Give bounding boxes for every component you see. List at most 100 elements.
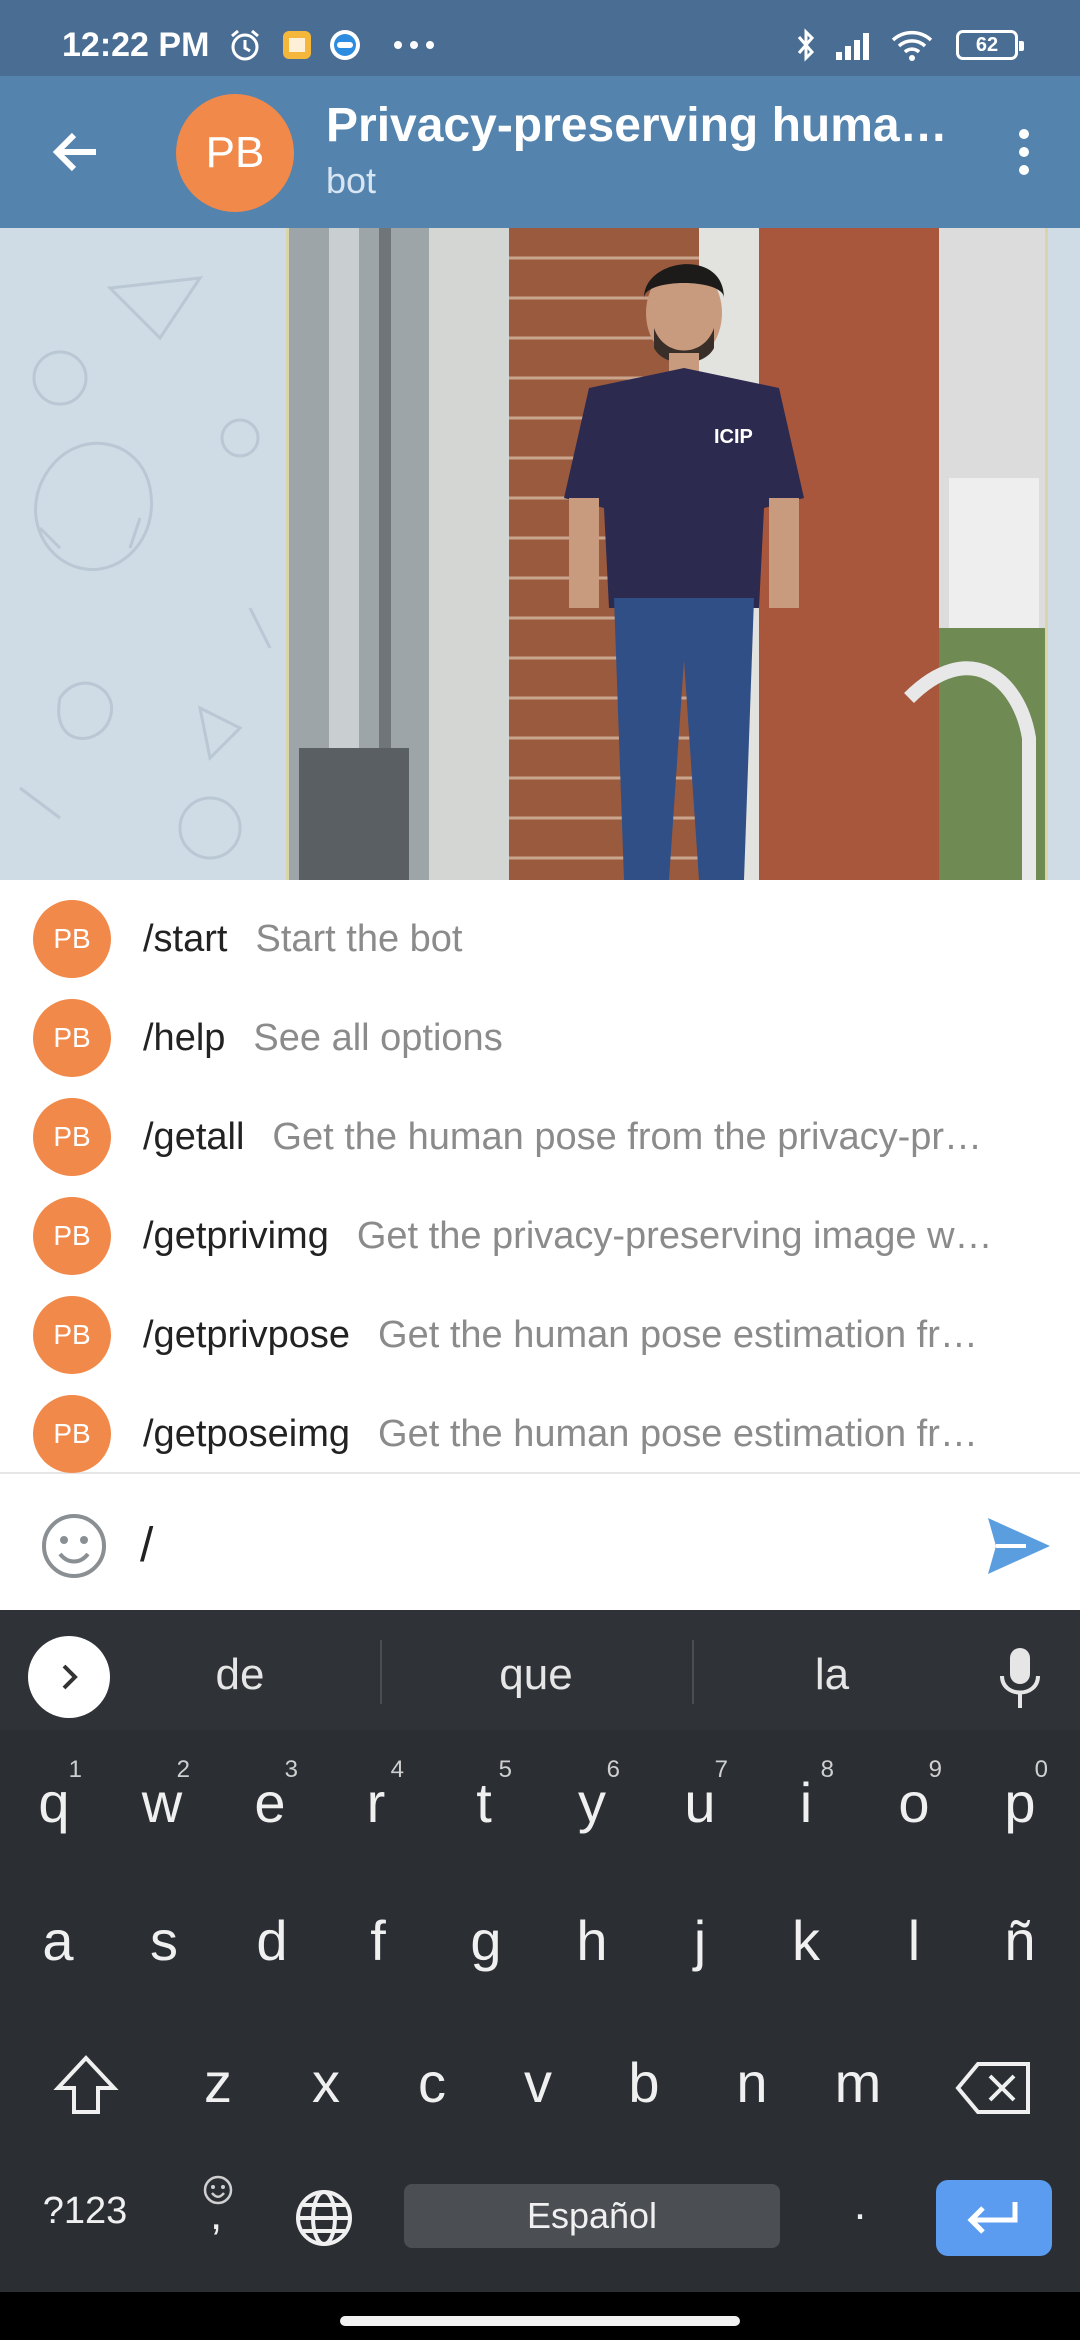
command-name: /getposeimg: [143, 1413, 351, 1455]
key-h[interactable]: h: [556, 1908, 628, 1973]
suggestion-bar: de que la: [0, 1610, 1080, 1730]
backspace-icon[interactable]: [954, 2056, 1034, 2120]
microphone-icon[interactable]: [990, 1642, 1050, 1712]
key-label: r: [366, 1771, 386, 1834]
key-g[interactable]: g: [450, 1908, 522, 1973]
status-bar: 12:22 PM 62: [0, 0, 1080, 76]
navigation-bar: [0, 2292, 1080, 2340]
period-key[interactable]: .: [840, 2180, 880, 2230]
key-label: o: [898, 1771, 930, 1834]
command-item-start[interactable]: PB /start Start the bot: [0, 880, 1080, 979]
shift-icon[interactable]: [50, 2050, 122, 2122]
key-hint: 4: [390, 1756, 404, 1783]
suggestion-2[interactable]: que: [436, 1650, 636, 1700]
key-a[interactable]: a: [22, 1908, 94, 1973]
command-item-getall[interactable]: PB /getall Get the human pose from the pr…: [0, 1078, 1080, 1177]
command-description: See all options: [253, 1017, 503, 1059]
command-name: /getall: [143, 1116, 245, 1158]
avatar: PB: [33, 1098, 111, 1176]
divider: [380, 1640, 382, 1704]
spacebar[interactable]: Español: [404, 2184, 780, 2248]
avatar: PB: [33, 1395, 111, 1473]
key-v[interactable]: v: [502, 2050, 574, 2115]
key-label: q: [38, 1771, 70, 1834]
suggestion-1[interactable]: de: [140, 1650, 340, 1700]
key-q[interactable]: q1: [18, 1756, 90, 1835]
enter-icon: [967, 2202, 1018, 2234]
avatar: PB: [33, 1296, 111, 1374]
key-s[interactable]: s: [128, 1908, 200, 1973]
key-l[interactable]: l: [878, 1908, 950, 1973]
symbols-key[interactable]: ?123: [30, 2190, 140, 2233]
key-m[interactable]: m: [822, 2050, 894, 2115]
key-i[interactable]: i8: [770, 1756, 842, 1835]
key-f[interactable]: f: [342, 1908, 414, 1973]
key-hint: 2: [176, 1756, 190, 1783]
globe-icon[interactable]: [292, 2186, 356, 2250]
key-hint: 8: [820, 1756, 834, 1783]
avatar: PB: [33, 1197, 111, 1275]
key-n[interactable]: n: [716, 2050, 788, 2115]
key-b[interactable]: b: [608, 2050, 680, 2115]
on-screen-keyboard: de que la q1 w2 e3 r4 t5 y6 u7 i8 o9 p0 …: [0, 1610, 1080, 2340]
avatar: PB: [33, 999, 111, 1077]
key-o[interactable]: o9: [878, 1756, 950, 1835]
key-label: i: [799, 1771, 813, 1834]
command-item-getprivimg[interactable]: PB /getprivimg Get the privacy-preserving…: [0, 1177, 1080, 1276]
chat-area[interactable]: ICIP: [0, 228, 1080, 880]
notes-app-icon: [283, 31, 311, 59]
key-t[interactable]: t5: [448, 1756, 520, 1835]
key-hint: 6: [606, 1756, 620, 1783]
key-e[interactable]: e3: [234, 1756, 306, 1835]
more-options-button[interactable]: [988, 116, 1060, 188]
shirt-logo: ICIP: [714, 426, 753, 448]
key-z[interactable]: z: [182, 2050, 254, 2115]
expand-toolbar-button[interactable]: [28, 1636, 110, 1718]
command-description: Start the bot: [255, 918, 463, 960]
comma-label: ,: [210, 2190, 223, 2239]
key-y[interactable]: y6: [556, 1756, 628, 1835]
send-icon[interactable]: [982, 1510, 1054, 1582]
avatar: PB: [33, 900, 111, 978]
key-d[interactable]: d: [236, 1908, 308, 1973]
wifi-icon: [891, 30, 933, 61]
enter-button[interactable]: [936, 2180, 1052, 2256]
key-p[interactable]: p0: [984, 1756, 1056, 1835]
key-label: e: [254, 1771, 286, 1834]
key-x[interactable]: x: [290, 2050, 362, 2115]
chat-photo[interactable]: ICIP: [286, 228, 1048, 880]
divider: [692, 1640, 694, 1704]
command-name: /getprivimg: [143, 1215, 329, 1257]
chat-header: PB Privacy-preserving human… bot: [0, 76, 1080, 228]
command-item-help[interactable]: PB /help See all options: [0, 979, 1080, 1078]
bot-avatar[interactable]: PB: [176, 94, 294, 212]
suggestion-3[interactable]: la: [732, 1650, 932, 1700]
chat-subtitle: bot: [326, 160, 377, 201]
bluetooth-icon: [797, 28, 815, 62]
chat-title[interactable]: Privacy-preserving human…: [326, 98, 956, 153]
command-item-getposeimg[interactable]: PB /getposeimg Get the human pose estimat…: [0, 1375, 1080, 1474]
command-description: Get the human pose estimation fr…: [378, 1413, 978, 1455]
key-j[interactable]: j: [664, 1908, 736, 1973]
chat-background-pattern: [19, 276, 272, 860]
key-c[interactable]: c: [396, 2050, 468, 2115]
key-w[interactable]: w2: [126, 1756, 198, 1835]
message-input[interactable]: /: [140, 1518, 153, 1573]
key-r[interactable]: r4: [340, 1756, 412, 1835]
key-k[interactable]: k: [770, 1908, 842, 1973]
key-label: t: [476, 1771, 492, 1834]
battery-icon: 62: [956, 30, 1024, 60]
status-time: 12:22 PM: [62, 26, 210, 64]
signal-icon: [836, 33, 869, 60]
key-n-tilde[interactable]: ñ: [984, 1908, 1056, 1973]
home-gesture-pill[interactable]: [340, 2316, 740, 2326]
key-hint: 5: [498, 1756, 512, 1783]
smiley-icon[interactable]: [38, 1510, 110, 1582]
command-description: Get the human pose estimation fr…: [378, 1314, 978, 1356]
key-u[interactable]: u7: [664, 1756, 736, 1835]
key-label: u: [684, 1771, 716, 1834]
command-item-getprivpose[interactable]: PB /getprivpose Get the human pose estima…: [0, 1276, 1080, 1375]
key-hint: 9: [928, 1756, 942, 1783]
back-button[interactable]: [40, 116, 112, 188]
key-hint: 7: [714, 1756, 728, 1783]
